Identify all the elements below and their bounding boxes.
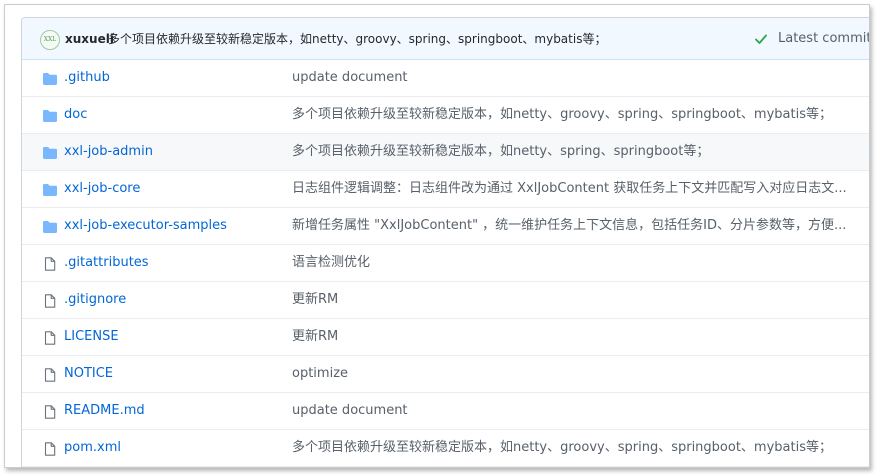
file-icon (42, 293, 58, 308)
folder-icon (42, 71, 58, 85)
latest-commit-link[interactable]: Latest commit 2 (778, 30, 869, 48)
file-row[interactable]: .gitignore 更新RM (22, 282, 869, 319)
file-link[interactable]: .gitignore (64, 291, 126, 309)
file-link[interactable]: .gitattributes (64, 254, 149, 272)
commit-message-link[interactable]: 更新RM (292, 291, 869, 309)
file-row[interactable]: xxl-job-admin 多个项目依赖升级至较新稳定版本，如netty、spri… (22, 134, 869, 171)
file-row[interactable]: README.md update document (22, 393, 869, 430)
file-row[interactable]: xxl-job-core 日志组件逻辑调整：日志组件改为通过 XxlJobCont… (22, 171, 869, 208)
file-row[interactable]: .gitattributes 语言检测优化 (22, 245, 869, 282)
screenshot: XXL xuxueli 多个项目依赖升级至较新稳定版本，如netty、groov… (0, 0, 879, 475)
file-browser-panel: XXL xuxueli 多个项目依赖升级至较新稳定版本，如netty、groov… (21, 17, 869, 467)
folder-link[interactable]: xxl-job-core (64, 180, 140, 198)
file-link[interactable]: README.md (64, 402, 145, 420)
author-avatar[interactable]: XXL (40, 30, 60, 50)
folder-icon (42, 219, 58, 233)
folder-link[interactable]: doc (64, 106, 87, 124)
folder-link[interactable]: .github (64, 69, 110, 87)
file-icon (42, 441, 58, 456)
commit-message-link[interactable]: update document (292, 69, 869, 87)
commit-message-link[interactable]: 日志组件逻辑调整：日志组件改为通过 XxlJobContent 获取任务上下文并… (292, 180, 869, 198)
commit-message-link[interactable]: 多个项目依赖升级至较新稳定版本，如netty、groovy、spring、spr… (292, 439, 869, 457)
folder-icon (42, 182, 58, 196)
check-icon[interactable] (754, 32, 768, 46)
file-row[interactable]: LICENSE 更新RM (22, 319, 869, 356)
file-row[interactable]: pom.xml 多个项目依赖升级至较新稳定版本，如netty、groovy、spr… (22, 430, 869, 467)
folder-link[interactable]: xxl-job-executor-samples (64, 217, 227, 235)
commit-message[interactable]: 多个项目依赖升级至较新稳定版本，如netty、groovy、spring、spr… (108, 31, 606, 47)
commit-message-link[interactable]: update document (292, 402, 869, 420)
file-row[interactable]: xxl-job-executor-samples 新增任务属性 "XxlJobCo… (22, 208, 869, 245)
commit-message-link[interactable]: optimize (292, 365, 869, 383)
file-icon (42, 367, 58, 382)
file-icon (42, 256, 58, 271)
file-list: .github update document doc 多个项目依赖升级至较新稳定版本… (22, 60, 869, 467)
folder-icon (42, 145, 58, 159)
file-link[interactable]: pom.xml (64, 439, 121, 457)
folder-link[interactable]: xxl-job-admin (64, 143, 153, 161)
commit-message-link[interactable]: 多个项目依赖升级至较新稳定版本，如netty、groovy、spring、spr… (292, 106, 869, 124)
folder-icon (42, 108, 58, 122)
file-link[interactable]: LICENSE (64, 328, 119, 346)
screenshot-frame: XXL xuxueli 多个项目依赖升级至较新稳定版本，如netty、groov… (4, 4, 870, 468)
commit-message-link[interactable]: 更新RM (292, 328, 869, 346)
commit-message-link[interactable]: 新增任务属性 "XxlJobContent" ，统一维护任务上下文信息，包括任务… (292, 217, 869, 235)
file-link[interactable]: NOTICE (64, 365, 113, 383)
commit-message-link[interactable]: 多个项目依赖升级至较新稳定版本，如netty、spring、springboot… (292, 143, 869, 161)
commit-message-link[interactable]: 语言检测优化 (292, 254, 869, 272)
commit-author[interactable]: xuxueli (65, 31, 114, 47)
latest-commit-bar: XXL xuxueli 多个项目依赖升级至较新稳定版本，如netty、groov… (22, 18, 869, 60)
file-row[interactable]: NOTICE optimize (22, 356, 869, 393)
file-icon (42, 404, 58, 419)
file-icon (42, 330, 58, 345)
file-row[interactable]: .github update document (22, 60, 869, 97)
file-row[interactable]: doc 多个项目依赖升级至较新稳定版本，如netty、groovy、spring、… (22, 97, 869, 134)
